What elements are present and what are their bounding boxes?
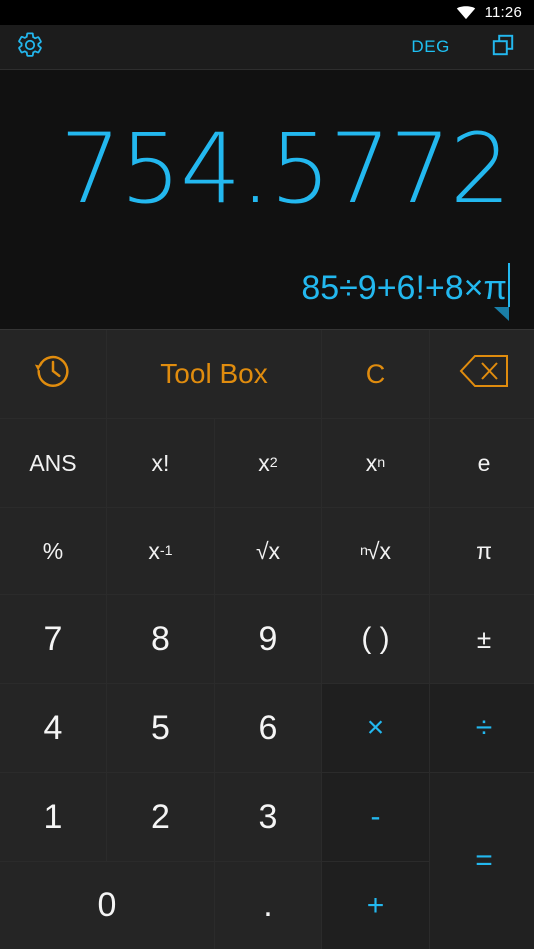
subtract-label: - — [370, 800, 381, 833]
app-toolbar: DEG — [0, 25, 534, 70]
equals-button[interactable]: = — [430, 773, 534, 949]
status-bar: 11:26 — [0, 0, 534, 25]
digit-4-label: 4 — [43, 708, 63, 747]
square-root-label: √x — [255, 537, 281, 564]
digit-6-label: 6 — [258, 708, 278, 747]
multiply-label: × — [366, 711, 385, 744]
digit-2-label: 2 — [151, 797, 170, 836]
clear-button[interactable]: C — [322, 330, 429, 418]
nth-root-button[interactable]: n √x — [322, 508, 429, 594]
backspace-button[interactable] — [430, 330, 534, 418]
pi-label: π — [476, 537, 492, 564]
percent-button[interactable]: % — [0, 508, 106, 594]
digit-5-label: 5 — [151, 708, 170, 747]
digit-1-button[interactable]: 1 — [0, 773, 106, 861]
wifi-icon — [456, 5, 476, 20]
multi-window-button[interactable] — [486, 31, 520, 63]
divide-button[interactable]: ÷ — [430, 684, 534, 772]
digit-8-label: 8 — [151, 619, 170, 658]
digit-0-button[interactable]: 0 — [0, 862, 214, 949]
power-button[interactable]: xn — [322, 419, 429, 507]
euler-label: e — [477, 449, 491, 476]
multi-window-icon — [490, 32, 516, 63]
sign-toggle-label: ± — [476, 623, 492, 654]
digit-7-button[interactable]: 7 — [0, 595, 106, 683]
decimal-button[interactable]: . — [215, 862, 321, 949]
settings-button[interactable] — [14, 31, 46, 63]
decimal-label: . — [263, 886, 273, 924]
ans-label: ANS — [29, 449, 77, 476]
reciprocal-base: x — [148, 537, 160, 564]
calculator-display[interactable]: 754.5772 85÷9+6!+8×π — [0, 70, 534, 329]
nth-root-label: √x — [366, 537, 392, 564]
tool-box-button[interactable]: Tool Box — [107, 330, 321, 418]
square-base: x — [258, 449, 270, 476]
status-time: 11:26 — [484, 4, 522, 21]
digit-3-button[interactable]: 3 — [215, 773, 321, 861]
digit-4-button[interactable]: 4 — [0, 684, 106, 772]
digit-9-label: 9 — [258, 619, 278, 658]
result-value: 754.5772 — [59, 113, 511, 225]
angle-mode-button[interactable]: DEG — [401, 33, 460, 61]
digit-1-label: 1 — [43, 797, 63, 836]
digit-3-label: 3 — [258, 797, 278, 836]
multiply-button[interactable]: × — [322, 684, 429, 772]
factorial-label: x! — [151, 449, 170, 476]
calculator-app: 11:26 DEG 754.5772 85÷9+6!+8×π Tool Box … — [0, 0, 534, 949]
digit-0-label: 0 — [97, 886, 117, 924]
history-button[interactable] — [0, 330, 106, 418]
factorial-button[interactable]: x! — [107, 419, 214, 507]
expression-input[interactable]: 85÷9+6!+8×π — [301, 271, 507, 307]
power-base: x — [365, 449, 378, 476]
equals-label: = — [475, 844, 493, 877]
pi-button[interactable]: π — [430, 508, 534, 594]
add-label: + — [366, 888, 385, 922]
digit-5-button[interactable]: 5 — [107, 684, 214, 772]
parentheses-button[interactable]: ( ) — [322, 595, 429, 683]
history-icon — [33, 351, 73, 398]
square-button[interactable]: x2 — [215, 419, 321, 507]
digit-9-button[interactable]: 9 — [215, 595, 321, 683]
percent-label: % — [42, 537, 64, 564]
digit-7-label: 7 — [43, 619, 63, 658]
digit-2-button[interactable]: 2 — [107, 773, 214, 861]
parentheses-label: ( ) — [361, 622, 390, 655]
ans-button[interactable]: ANS — [0, 419, 106, 507]
reciprocal-button[interactable]: x -1 — [107, 508, 214, 594]
euler-button[interactable]: e — [430, 419, 534, 507]
keypad: Tool Box C ANS x! x2 xn e % x -1 √x n √x… — [0, 329, 534, 949]
gear-icon — [16, 31, 44, 64]
divide-label: ÷ — [475, 711, 493, 744]
square-root-button[interactable]: √x — [215, 508, 321, 594]
digit-6-button[interactable]: 6 — [215, 684, 321, 772]
digit-8-button[interactable]: 8 — [107, 595, 214, 683]
expression-row[interactable]: 85÷9+6!+8×π — [24, 263, 510, 321]
subtract-button[interactable]: - — [322, 773, 429, 861]
tool-box-label: Tool Box — [160, 358, 268, 389]
sign-toggle-button[interactable]: ± — [430, 595, 534, 683]
text-caret[interactable] — [494, 263, 510, 321]
clear-label: C — [365, 358, 386, 389]
backspace-icon — [458, 352, 510, 397]
add-button[interactable]: + — [322, 862, 429, 949]
